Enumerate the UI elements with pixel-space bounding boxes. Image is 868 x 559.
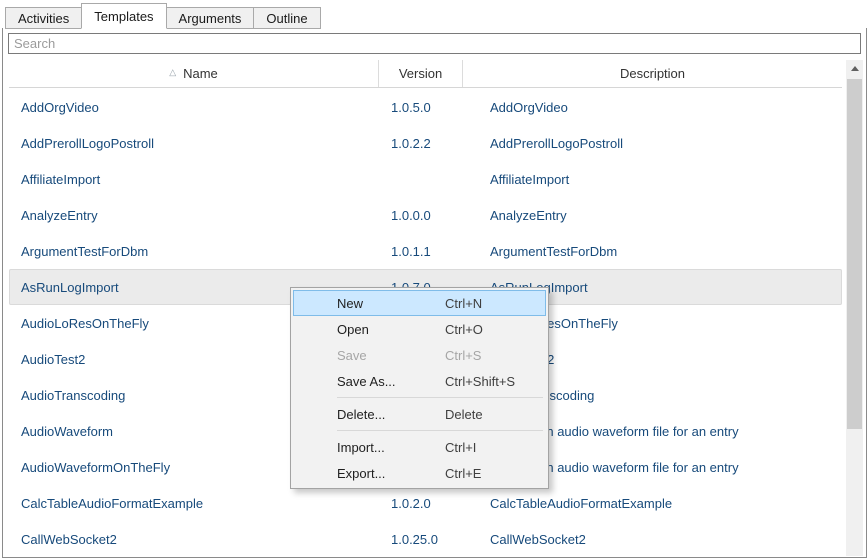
- row-name-cell: ArgumentTestForDbm: [9, 244, 379, 259]
- menu-item-shortcut: Ctrl+N: [445, 296, 482, 311]
- table-row[interactable]: AnalyzeEntry1.0.0.0AnalyzeEntry: [9, 197, 842, 233]
- column-header-name[interactable]: △ Name: [9, 60, 379, 87]
- table-row[interactable]: AddPrerollLogoPostroll1.0.2.2AddPrerollL…: [9, 125, 842, 161]
- menu-item-export[interactable]: Export...Ctrl+E: [293, 460, 546, 486]
- row-description-cell: AddPrerollLogoPostroll: [463, 136, 842, 151]
- tab-strip: Activities Templates Arguments Outline: [0, 0, 868, 28]
- menu-item-save[interactable]: SaveCtrl+S: [293, 342, 546, 368]
- tab-arguments[interactable]: Arguments: [166, 7, 255, 29]
- row-description-cell: CalcTableAudioFormatExample: [463, 496, 842, 511]
- scroll-up-arrow-icon: [851, 66, 859, 71]
- row-description-cell: CallWebSocket2: [463, 532, 842, 547]
- menu-item-label: Save: [337, 348, 445, 363]
- row-description-cell: ArgumentTestForDbm: [463, 244, 842, 259]
- menu-item-shortcut: Ctrl+S: [445, 348, 481, 363]
- menu-item-open[interactable]: OpenCtrl+O: [293, 316, 546, 342]
- column-header-description[interactable]: Description: [463, 60, 842, 87]
- menu-item-label: New: [337, 296, 445, 311]
- scrollbar-thumb[interactable]: [847, 79, 862, 429]
- row-version-cell: 1.0.2.0: [379, 496, 463, 511]
- context-menu: NewCtrl+NOpenCtrl+OSaveCtrl+SSave As...C…: [290, 287, 549, 489]
- column-header-name-label: Name: [183, 66, 218, 81]
- menu-item-save-as[interactable]: Save As...Ctrl+Shift+S: [293, 368, 546, 394]
- menu-item-label: Save As...: [337, 374, 445, 389]
- row-name-cell: CallWebSocket2: [9, 532, 379, 547]
- search-input[interactable]: [8, 33, 861, 54]
- row-description-cell: AnalyzeEntry: [463, 208, 842, 223]
- menu-item-delete[interactable]: Delete...Delete: [293, 401, 546, 427]
- menu-item-shortcut: Ctrl+Shift+S: [445, 374, 515, 389]
- row-name-cell: AddPrerollLogoPostroll: [9, 136, 379, 151]
- row-name-cell: AddOrgVideo: [9, 100, 379, 115]
- column-header-version-label: Version: [399, 66, 442, 81]
- menu-item-new[interactable]: NewCtrl+N: [293, 290, 546, 316]
- table-row[interactable]: CallWebSocket21.0.25.0CallWebSocket2: [9, 521, 842, 556]
- row-description-cell: AddOrgVideo: [463, 100, 842, 115]
- row-version-cell: 1.0.0.0: [379, 208, 463, 223]
- menu-item-shortcut: Delete: [445, 407, 483, 422]
- row-version-cell: 1.0.2.2: [379, 136, 463, 151]
- menu-item-label: Delete...: [337, 407, 445, 422]
- row-description-cell: AffiliateImport: [463, 172, 842, 187]
- row-name-cell: AffiliateImport: [9, 172, 379, 187]
- scrollbar-up-button[interactable]: [846, 60, 863, 77]
- row-version-cell: 1.0.1.1: [379, 244, 463, 259]
- table-header: △ Name Version Description: [9, 60, 842, 88]
- row-name-cell: AnalyzeEntry: [9, 208, 379, 223]
- menu-separator: [337, 397, 543, 398]
- menu-item-label: Open: [337, 322, 445, 337]
- table-row[interactable]: CalcTableAudioFormatExample1.0.2.0CalcTa…: [9, 485, 842, 521]
- tab-activities[interactable]: Activities: [5, 7, 82, 29]
- tab-templates[interactable]: Templates: [81, 3, 166, 29]
- menu-item-shortcut: Ctrl+E: [445, 466, 481, 481]
- vertical-scrollbar[interactable]: [846, 60, 863, 556]
- menu-item-label: Export...: [337, 466, 445, 481]
- menu-item-label: Import...: [337, 440, 445, 455]
- table-row[interactable]: ArgumentTestForDbm1.0.1.1ArgumentTestFor…: [9, 233, 842, 269]
- tab-outline[interactable]: Outline: [253, 7, 320, 29]
- sort-ascending-icon: △: [169, 68, 176, 77]
- column-header-description-label: Description: [620, 66, 685, 81]
- menu-item-shortcut: Ctrl+O: [445, 322, 483, 337]
- table-row[interactable]: AddOrgVideo1.0.5.0AddOrgVideo: [9, 89, 842, 125]
- menu-item-shortcut: Ctrl+I: [445, 440, 476, 455]
- row-version-cell: 1.0.25.0: [379, 532, 463, 547]
- row-version-cell: 1.0.5.0: [379, 100, 463, 115]
- column-header-version[interactable]: Version: [379, 60, 463, 87]
- menu-item-import[interactable]: Import...Ctrl+I: [293, 434, 546, 460]
- menu-separator: [337, 430, 543, 431]
- table-row[interactable]: AffiliateImport AffiliateImport: [9, 161, 842, 197]
- row-name-cell: CalcTableAudioFormatExample: [9, 496, 379, 511]
